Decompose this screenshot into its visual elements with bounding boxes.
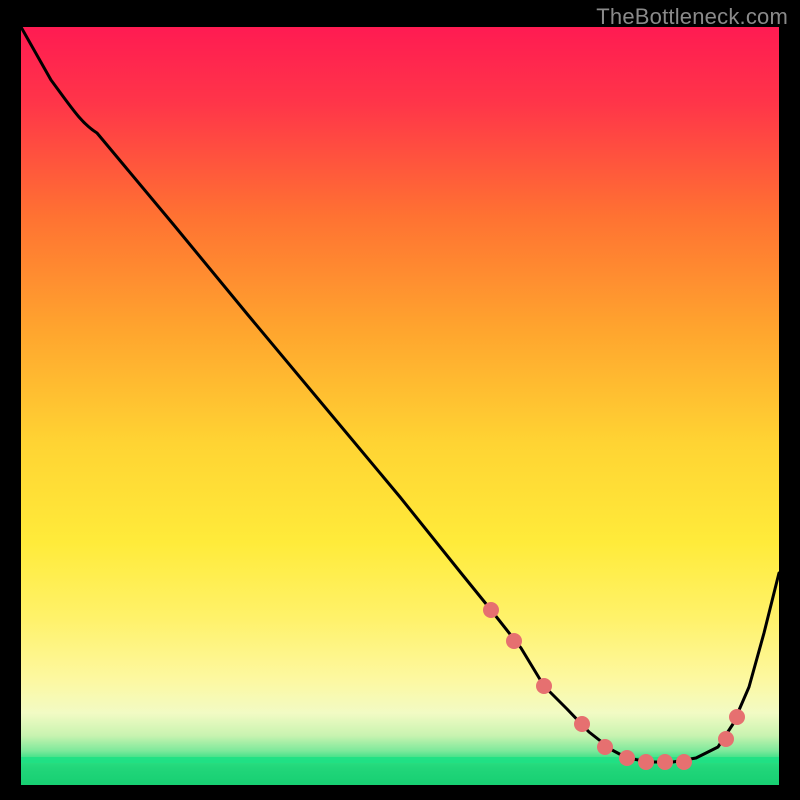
- gradient-background: [21, 27, 779, 785]
- chart-svg: [21, 27, 779, 785]
- plot-area: [21, 27, 779, 785]
- chart-root: TheBottleneck.com: [0, 0, 800, 800]
